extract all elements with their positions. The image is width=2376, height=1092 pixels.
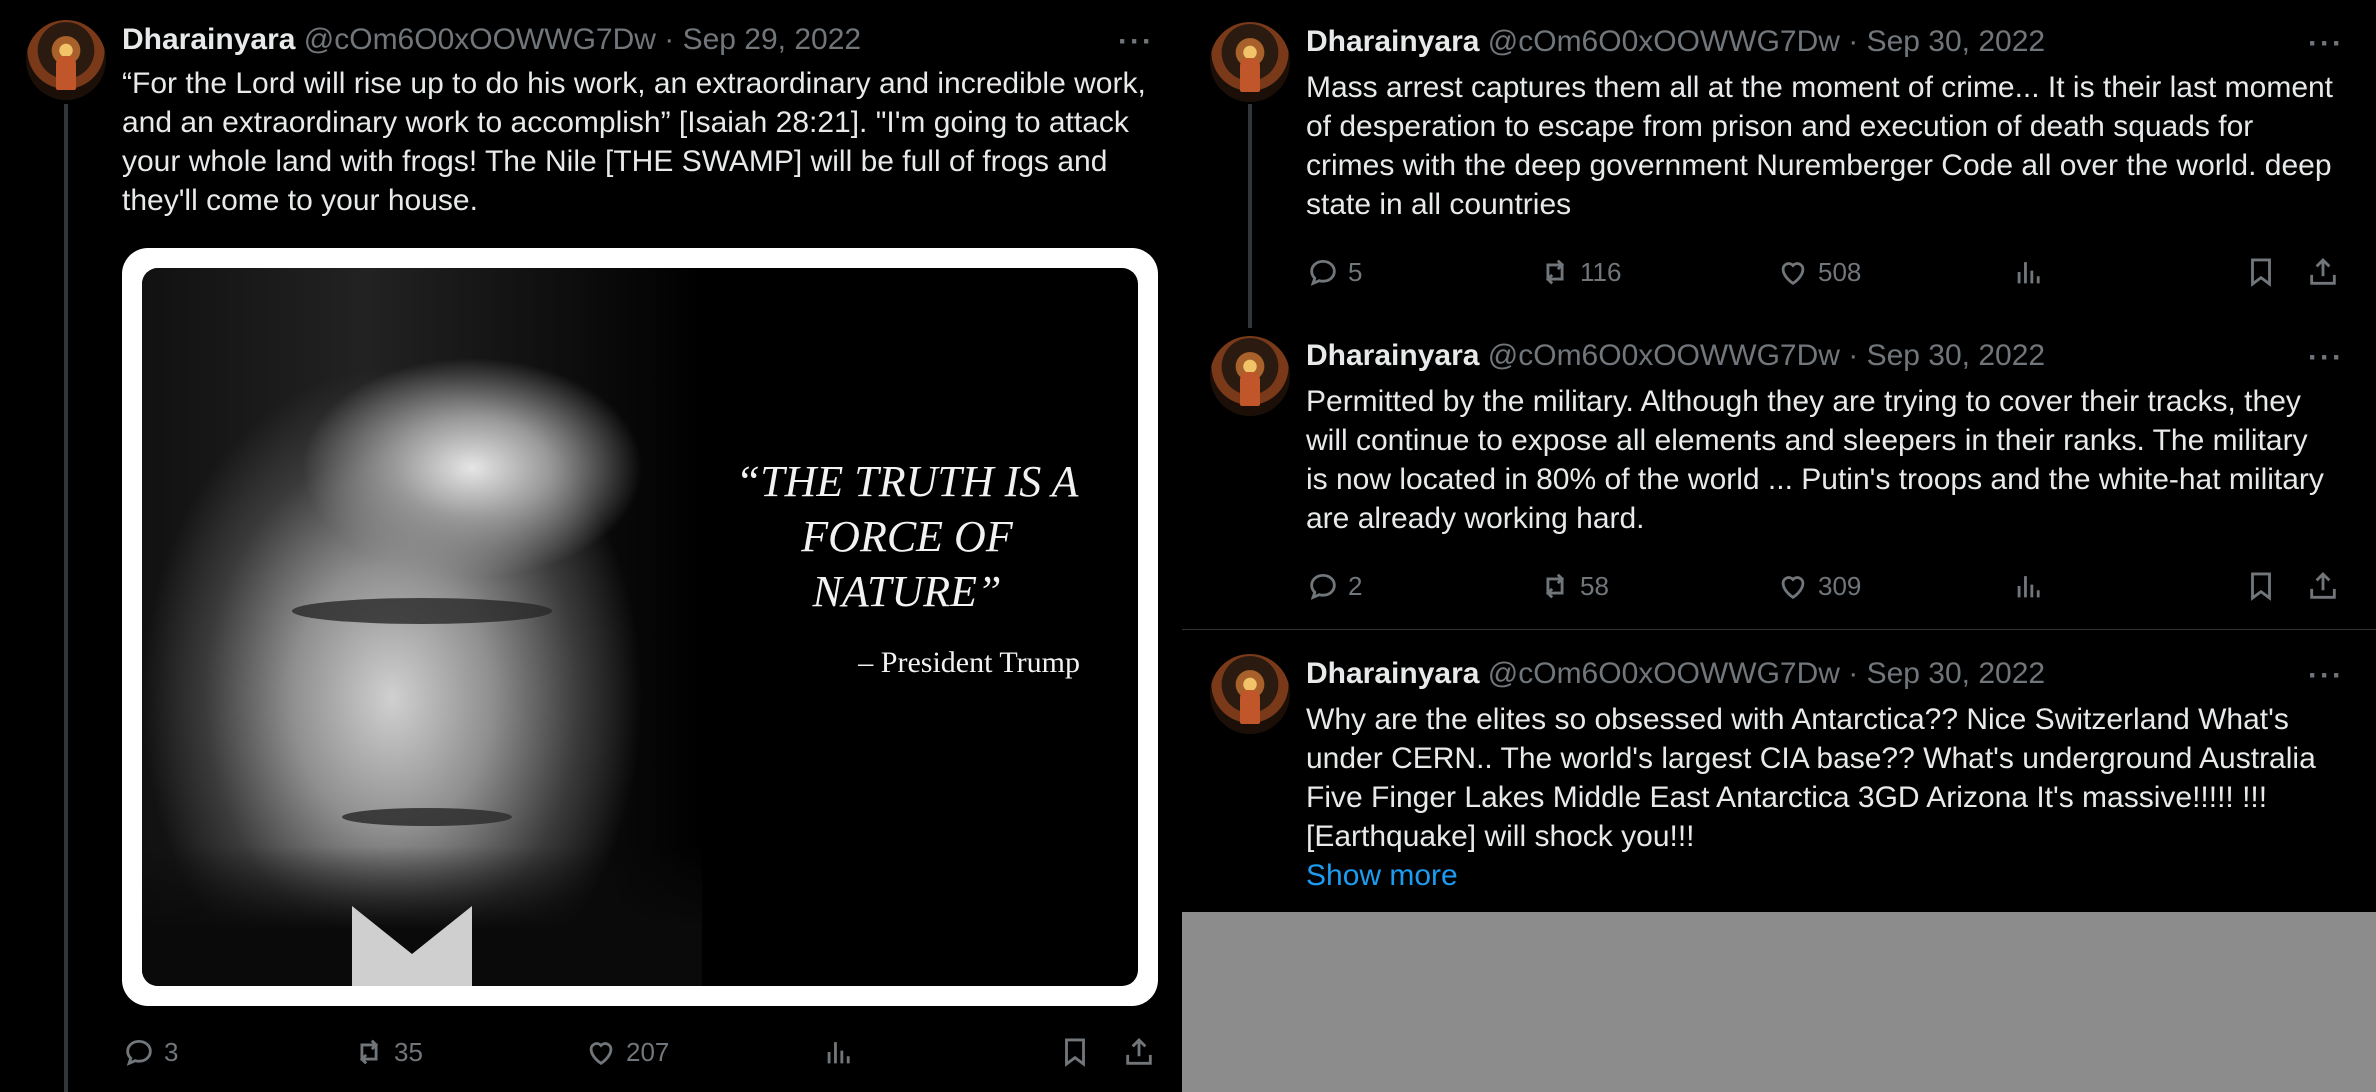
- like-icon: [589, 1042, 613, 1066]
- divider: [1182, 629, 2376, 630]
- retweet-icon: [1545, 259, 1565, 285]
- bookmark-button[interactable]: [2244, 566, 2278, 606]
- retweet-button[interactable]: 35: [352, 1032, 423, 1072]
- image-quote: “THE TRUTH IS A FORCE OF NATURE”: [735, 457, 1079, 616]
- retweet-count: 58: [1580, 570, 1609, 601]
- retweet-icon: [359, 1039, 379, 1065]
- tweet-header: Dharainyara @cOm6O0xOOWWG7Dw · Sep 30, 2…: [1306, 656, 2045, 692]
- share-button[interactable]: [1122, 1032, 1156, 1072]
- like-button[interactable]: 309: [1776, 566, 1861, 606]
- handle-date[interactable]: @cOm6O0xOOWWG7Dw · Sep 29, 2022: [304, 23, 861, 56]
- more-icon[interactable]: ···: [2308, 29, 2344, 59]
- more-icon[interactable]: ···: [2308, 343, 2344, 373]
- handle-date[interactable]: @cOm6O0xOOWWG7Dw · Sep 30, 2022: [1488, 25, 2045, 58]
- avatar[interactable]: [1210, 336, 1290, 416]
- reply-icon: [126, 1039, 152, 1066]
- thread-line: [64, 104, 68, 1092]
- portrait-brow: [292, 598, 552, 624]
- tweet-text: Mass arrest captures them all at the mom…: [1306, 71, 2334, 221]
- share-button[interactable]: [2306, 252, 2340, 292]
- display-name[interactable]: Dharainyara: [1306, 339, 1479, 372]
- views-button[interactable]: [822, 1032, 856, 1072]
- like-icon: [1781, 262, 1805, 286]
- retweet-count: 35: [394, 1036, 423, 1067]
- like-button[interactable]: 207: [584, 1032, 669, 1072]
- tweet-text-content: Why are the elites so obsessed with Anta…: [1306, 703, 2316, 853]
- reply-count: 3: [164, 1036, 179, 1067]
- like-button[interactable]: 508: [1776, 252, 1861, 292]
- more-icon[interactable]: ···: [2308, 661, 2344, 691]
- views-icon: [2017, 262, 2040, 284]
- left-panel: Dharainyara @cOm6O0xOOWWG7Dw · Sep 29, 2…: [0, 0, 1182, 1092]
- tweet-text: “For the Lord will rise up to do his wor…: [122, 67, 1146, 217]
- retweet-icon: [1545, 573, 1565, 599]
- portrait-image: [142, 268, 702, 986]
- display-name[interactable]: Dharainyara: [1306, 657, 1479, 690]
- handle-date[interactable]: @cOm6O0xOOWWG7Dw · Sep 30, 2022: [1488, 339, 2045, 372]
- tweet-actions: 5 116 508: [1306, 252, 2356, 292]
- tweet-actions: 2 58 309: [1306, 566, 2356, 606]
- reply-count: 2: [1348, 570, 1363, 601]
- reply-icon: [1310, 259, 1336, 286]
- image-attribution: – President Trump: [858, 646, 1080, 679]
- show-more-link[interactable]: Show more: [1306, 856, 2336, 895]
- handle-date[interactable]: @cOm6O0xOOWWG7Dw · Sep 30, 2022: [1488, 657, 2045, 690]
- blank-area: [1182, 912, 2376, 1092]
- tweet-header: Dharainyara @cOm6O0xOOWWG7Dw · Sep 30, 2…: [1306, 338, 2045, 374]
- share-icon: [2310, 257, 2336, 285]
- image-content: “THE TRUTH IS A FORCE OF NATURE” – Presi…: [142, 268, 1138, 986]
- reply-button[interactable]: 3: [122, 1032, 178, 1072]
- tweet-text: Why are the elites so obsessed with Anta…: [1306, 700, 2336, 895]
- display-name[interactable]: Dharainyara: [122, 23, 295, 56]
- views-button[interactable]: [2012, 566, 2046, 606]
- like-icon: [1781, 576, 1805, 600]
- views-button[interactable]: [2012, 252, 2046, 292]
- bookmark-icon: [2251, 572, 2271, 601]
- thread-line: [1248, 104, 1252, 328]
- tweet-text: Permitted by the military. Although they…: [1306, 385, 2324, 535]
- right-panel: Dharainyara @cOm6O0xOOWWG7Dw · Sep 30, 2…: [1182, 0, 2376, 1092]
- retweet-button[interactable]: 116: [1538, 252, 1621, 292]
- avatar[interactable]: [1210, 22, 1290, 102]
- reply-icon: [1310, 573, 1336, 600]
- reply-count: 5: [1348, 256, 1363, 287]
- views-icon: [2017, 576, 2040, 598]
- views-icon: [827, 1042, 850, 1064]
- avatar[interactable]: [1210, 654, 1290, 734]
- retweet-button[interactable]: 58: [1538, 566, 1609, 606]
- tweet-header: Dharainyara @cOm6O0xOOWWG7Dw · Sep 30, 2…: [1306, 24, 2045, 60]
- like-count: 207: [626, 1036, 670, 1067]
- more-icon[interactable]: ···: [1118, 27, 1154, 57]
- bookmark-button[interactable]: [2244, 252, 2278, 292]
- share-icon: [1126, 1037, 1152, 1065]
- like-count: 508: [1818, 256, 1862, 287]
- share-icon: [2310, 571, 2336, 599]
- tweet-image[interactable]: “THE TRUTH IS A FORCE OF NATURE” – Presi…: [122, 248, 1158, 1006]
- reply-button[interactable]: 5: [1306, 252, 1362, 292]
- tweet-actions: 3 35 207: [122, 1032, 1172, 1072]
- bookmark-icon: [1065, 1038, 1085, 1067]
- retweet-count: 116: [1580, 256, 1622, 287]
- avatar[interactable]: [26, 20, 106, 100]
- display-name[interactable]: Dharainyara: [1306, 25, 1479, 58]
- like-count: 309: [1818, 570, 1862, 601]
- tweet-header: Dharainyara @cOm6O0xOOWWG7Dw · Sep 29, 2…: [122, 22, 861, 58]
- bookmark-icon: [2251, 258, 2271, 287]
- share-button[interactable]: [2306, 566, 2340, 606]
- portrait-mouth: [342, 808, 512, 826]
- bookmark-button[interactable]: [1058, 1032, 1092, 1072]
- reply-button[interactable]: 2: [1306, 566, 1362, 606]
